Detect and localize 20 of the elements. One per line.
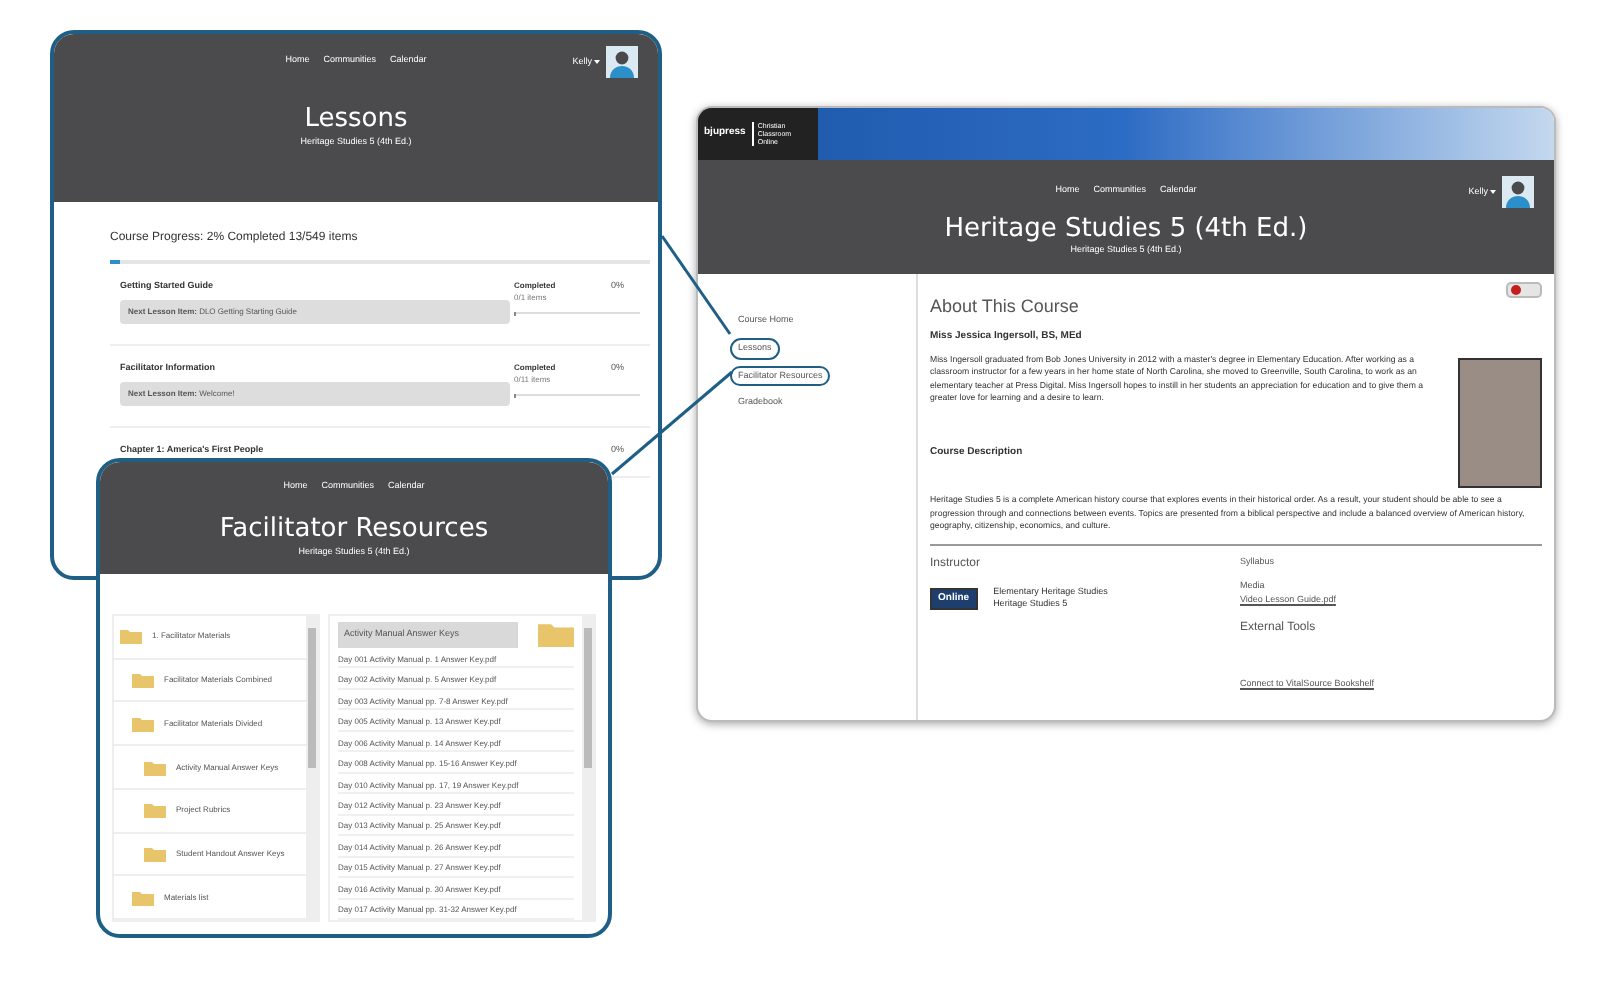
folder-icon bbox=[144, 759, 166, 776]
scrollbar[interactable] bbox=[582, 616, 594, 920]
caret-icon bbox=[594, 60, 600, 64]
caret-icon bbox=[1490, 190, 1496, 194]
section-heading: About This Course bbox=[930, 298, 1081, 316]
folder-icon bbox=[120, 628, 142, 645]
folder-icon bbox=[132, 889, 154, 906]
page-title: Heritage Studies 5 (4th Ed.) bbox=[942, 216, 1310, 242]
page-title: Facilitator Resources bbox=[217, 516, 491, 542]
toggle-icon[interactable] bbox=[1506, 282, 1542, 298]
folder-icon bbox=[132, 715, 154, 732]
folder-icon bbox=[132, 672, 154, 689]
folder-icon bbox=[144, 845, 166, 862]
folder-icon bbox=[538, 620, 574, 648]
avatar-icon[interactable] bbox=[606, 46, 638, 78]
scrollbar[interactable] bbox=[306, 616, 318, 920]
page-title: Lessons bbox=[302, 106, 410, 132]
avatar-icon[interactable] bbox=[1502, 176, 1534, 208]
photo-placeholder bbox=[1458, 358, 1542, 488]
folder-icon bbox=[144, 802, 166, 819]
